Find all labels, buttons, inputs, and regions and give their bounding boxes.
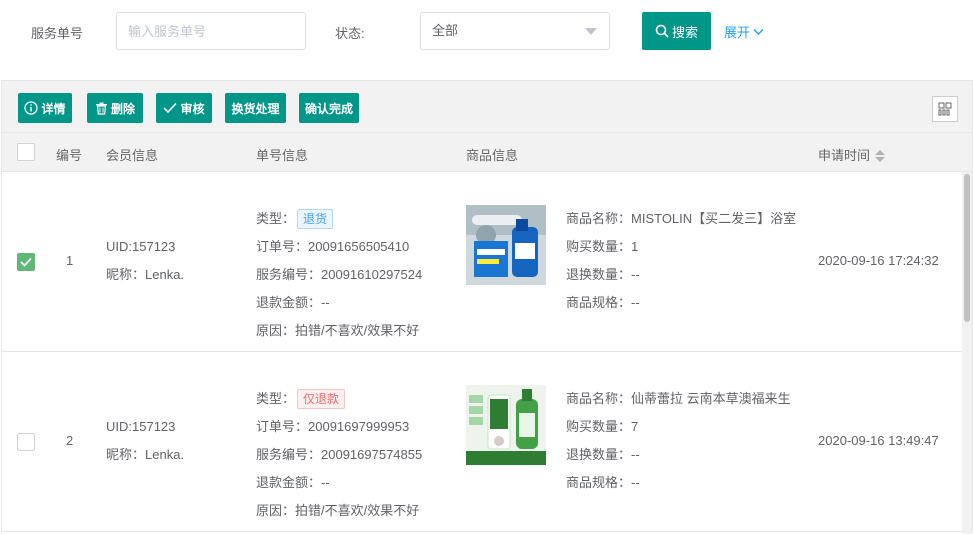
product-image[interactable]	[466, 385, 546, 465]
product-spec: 商品规格：--	[566, 475, 640, 490]
expand-link[interactable]: 展开	[724, 22, 764, 41]
order-number: 订单号：20091656505410	[256, 239, 410, 254]
status-value: 全部	[432, 23, 459, 38]
expand-label: 展开	[724, 25, 751, 40]
product-info: 商品名称：MISTOLIN【买二发三】浴室 购买数量：1 退换数量：-- 商品规…	[566, 205, 806, 317]
type-tag: 退货	[297, 209, 334, 229]
order-info: 类型： 退货 订单号：20091656505410 服务编号：2009161029…	[256, 205, 422, 345]
filter-bar: 服务单号 状态: 全部 搜索 展开	[0, 0, 973, 80]
trash-icon	[95, 102, 107, 115]
type-label: 类型：	[256, 211, 296, 226]
product-name: 商品名称：仙蒂蕾拉 云南本草澳福来生	[566, 391, 791, 406]
table-row: 1 UID:157123 昵称：Lenka. 类型： 退货 订单号：2009165…	[2, 172, 962, 352]
return-quantity: 退换数量：--	[566, 267, 640, 282]
buy-quantity: 购买数量：7	[566, 419, 639, 434]
row-checkbox[interactable]	[17, 433, 35, 451]
info-icon	[24, 101, 39, 115]
service-no-input[interactable]	[116, 12, 306, 50]
search-label: 搜索	[671, 24, 698, 40]
service-number: 服务编号：20091697574855	[256, 447, 423, 462]
status-label: 状态:	[335, 26, 365, 41]
sort-icon[interactable]	[875, 149, 886, 162]
row-index: 2	[66, 433, 74, 448]
reason: 原因：拍错/不喜欢/效果不好	[256, 323, 420, 338]
table-toolbar: 详情 删除 审核 换货处理 确认完成	[2, 81, 972, 133]
col-number: 编号	[56, 148, 83, 163]
return-quantity: 退换数量：--	[566, 447, 640, 462]
search-icon	[655, 24, 669, 38]
exchange-button[interactable]: 换货处理	[225, 93, 286, 123]
member-uid: UID:157123	[106, 419, 176, 434]
grid-icon	[938, 102, 952, 116]
service-no-label: 服务单号	[31, 26, 84, 41]
vertical-scrollbar[interactable]	[962, 172, 972, 534]
product-name: 商品名称：MISTOLIN【买二发三】浴室	[566, 211, 797, 226]
col-time[interactable]: 申请时间	[818, 145, 886, 164]
delete-button[interactable]: 删除	[87, 93, 143, 123]
refund-amount: 退款金额：--	[256, 295, 330, 310]
col-time-label: 申请时间	[818, 148, 871, 163]
member-nickname: 昵称：Lenka.	[106, 267, 185, 282]
buy-quantity: 购买数量：1	[566, 239, 639, 254]
table-header: 编号 会员信息 单号信息 商品信息 申请时间	[2, 133, 972, 172]
col-product: 商品信息	[466, 148, 519, 163]
review-label: 审核	[180, 101, 205, 116]
exchange-label: 换货处理	[231, 101, 280, 116]
order-number: 订单号：20091697999953	[256, 419, 410, 434]
apply-time: 2020-09-16 13:49:47	[818, 433, 939, 448]
table-row: 2 UID:157123 昵称：Lenka. 类型： 仅退款 订单号：200916…	[2, 352, 962, 532]
order-info: 类型： 仅退款 订单号：20091697999953 服务编号：200916975…	[256, 385, 422, 525]
column-toggle-button[interactable]	[932, 96, 958, 122]
member-info: UID:157123 昵称：Lenka.	[106, 413, 184, 469]
chevron-down-icon	[753, 28, 764, 35]
col-order: 单号信息	[256, 148, 309, 163]
select-all-checkbox[interactable]	[17, 143, 35, 161]
product-info: 商品名称：仙蒂蕾拉 云南本草澳福来生 购买数量：7 退换数量：-- 商品规格：-…	[566, 385, 806, 497]
row-index: 1	[66, 253, 74, 268]
detail-label: 详情	[41, 101, 66, 116]
delete-label: 删除	[110, 101, 135, 116]
detail-button[interactable]: 详情	[18, 93, 72, 123]
col-member: 会员信息	[106, 148, 159, 163]
type-tag: 仅退款	[297, 389, 346, 409]
product-image[interactable]	[466, 205, 546, 285]
table-panel: 详情 删除 审核 换货处理 确认完成 编号 会员信息 单号信息 商品信息 申请时…	[1, 80, 973, 534]
member-info: UID:157123 昵称：Lenka.	[106, 233, 184, 289]
type-label: 类型：	[256, 391, 296, 406]
check-icon	[20, 257, 32, 267]
service-number: 服务编号：20091610297524	[256, 267, 423, 282]
member-nickname: 昵称：Lenka.	[106, 447, 185, 462]
status-select[interactable]: 全部	[420, 12, 610, 50]
member-uid: UID:157123	[106, 239, 176, 254]
scrollbar-thumb[interactable]	[964, 174, 970, 322]
row-checkbox[interactable]	[17, 253, 35, 271]
reason: 原因：拍错/不喜欢/效果不好	[256, 503, 420, 518]
search-button[interactable]: 搜索	[642, 12, 711, 50]
chevron-down-icon	[585, 28, 597, 35]
review-button[interactable]: 审核	[156, 93, 212, 123]
confirm-label: 确认完成	[305, 101, 354, 116]
check-icon	[163, 102, 178, 114]
confirm-button[interactable]: 确认完成	[299, 93, 359, 123]
refund-amount: 退款金额：--	[256, 475, 330, 490]
product-spec: 商品规格：--	[566, 295, 640, 310]
apply-time: 2020-09-16 17:24:32	[818, 253, 939, 268]
